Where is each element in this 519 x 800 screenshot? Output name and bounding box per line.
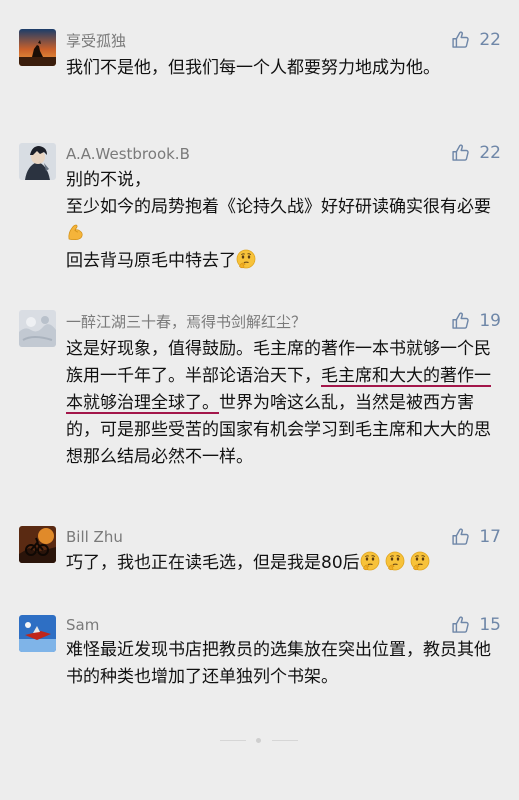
comment-line: 难怪最近发现书店把教员的选集放在突出位置，教员其他书的种类也增加了还单独列个书架…: [66, 640, 491, 687]
comment-line: 我们不是他，但我们每一个人都要努力地成为他。: [66, 58, 440, 78]
thinking-face-emoji: [410, 551, 430, 571]
like-button[interactable]: 15: [451, 615, 501, 635]
thumbs-up-icon: [451, 311, 471, 331]
comment-line: 回去背马原毛中特去了: [66, 248, 506, 275]
comment-line: 巧了，我也正在读毛选，但是我是80后: [66, 550, 506, 577]
thumbs-up-icon: [451, 527, 471, 547]
thinking-face-emoji: [236, 249, 256, 269]
comment-line: 至少如今的局势抱着《论持久战》好好研读确实很有必要: [66, 194, 506, 248]
flexed-biceps-emoji: [66, 222, 86, 242]
thinking-face-emoji: [385, 551, 405, 571]
like-button[interactable]: 22: [451, 30, 501, 50]
username[interactable]: Sam: [66, 615, 99, 635]
like-button[interactable]: 19: [451, 311, 501, 331]
username[interactable]: 享受孤独: [66, 31, 126, 51]
avatar[interactable]: [19, 615, 56, 652]
thumbs-up-icon: [451, 30, 471, 50]
like-button[interactable]: 22: [451, 143, 501, 163]
like-count: 15: [479, 615, 501, 635]
comment-paragraph: 这是好现象，值得鼓励。毛主席的著作一本书就够一个民族用一千年了。半部论语治天下，…: [66, 336, 506, 471]
like-count: 17: [479, 527, 501, 547]
comment-text: 这是好现象，值得鼓励。毛主席的著作一本书就够一个民族用一千年了。半部论语治天下，…: [66, 336, 506, 471]
comment-text: 别的不说， 至少如今的局势抱着《论持久战》好好研读确实很有必要 回去背马原毛中特…: [66, 167, 506, 275]
thumbs-up-icon: [451, 615, 471, 635]
avatar[interactable]: [19, 29, 56, 66]
username[interactable]: 一醉江湖三十春，焉得书剑解红尘？: [66, 312, 306, 332]
like-count: 19: [479, 311, 501, 331]
end-divider-left: [220, 740, 246, 741]
thinking-face-emoji: [360, 551, 380, 571]
comment-text: 难怪最近发现书店把教员的选集放在突出位置，教员其他书的种类也增加了还单独列个书架…: [66, 637, 506, 691]
end-divider-right: [272, 740, 298, 741]
like-count: 22: [479, 30, 501, 50]
avatar[interactable]: [19, 526, 56, 563]
comment-line: 别的不说，: [66, 170, 151, 190]
end-dot: [256, 738, 261, 743]
avatar[interactable]: [19, 143, 56, 180]
username[interactable]: A.A.Westbrook.B: [66, 144, 190, 164]
comment-text: 巧了，我也正在读毛选，但是我是80后: [66, 550, 506, 577]
comment-text: 我们不是他，但我们每一个人都要努力地成为他。: [66, 55, 506, 82]
like-button[interactable]: 17: [451, 527, 501, 547]
avatar[interactable]: [19, 310, 56, 347]
thumbs-up-icon: [451, 143, 471, 163]
username[interactable]: Bill Zhu: [66, 527, 123, 547]
like-count: 22: [479, 143, 501, 163]
